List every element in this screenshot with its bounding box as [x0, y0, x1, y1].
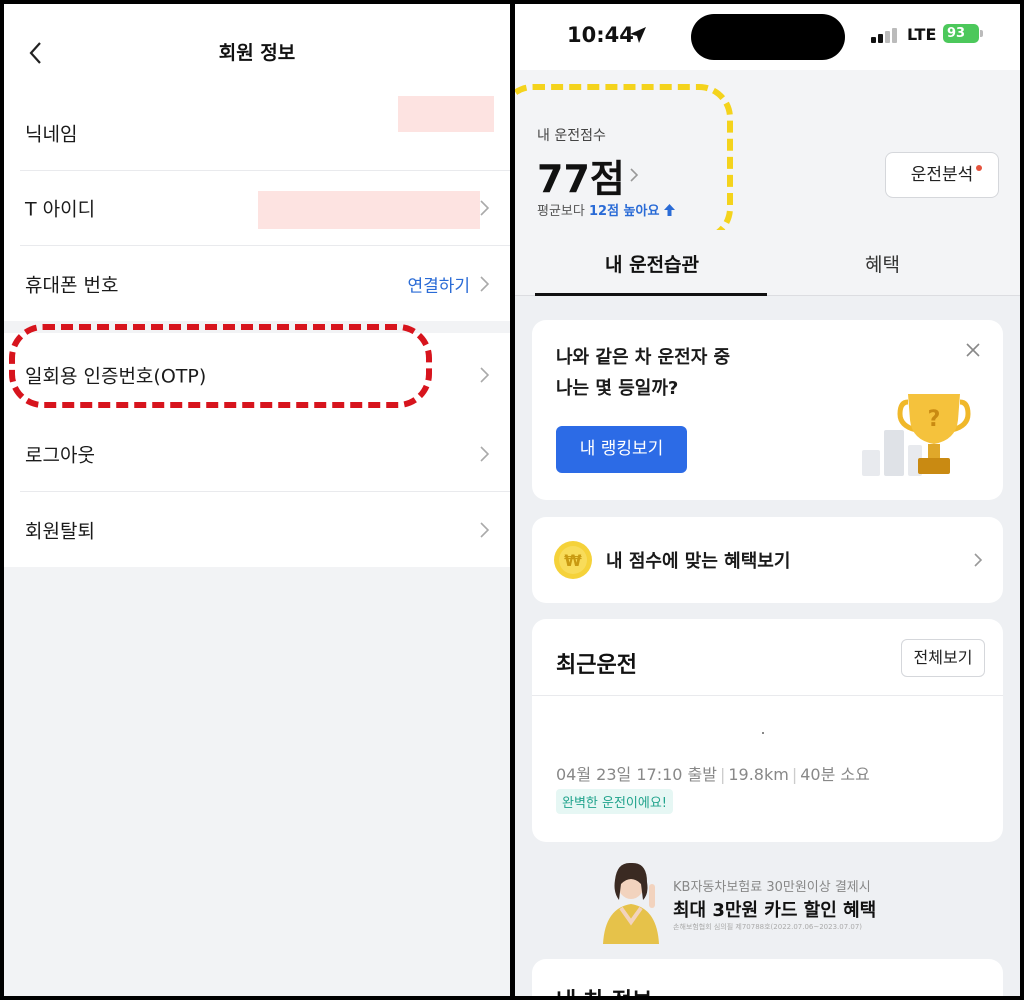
profile-group: 닉네임 T 아이디 휴대폰 번호 연결하기 — [4, 96, 510, 321]
notification-dot — [976, 165, 982, 171]
ad-banner[interactable]: KB자동차보험료 30만원이상 결제시 최대 3만원 카드 할인 혜택 손해보험… — [515, 854, 1020, 954]
divider — [532, 695, 1003, 696]
dynamic-island — [691, 14, 845, 60]
benefit-card-title: 내 점수에 맞는 혜택보기 — [606, 551, 791, 572]
otp-label: 일회용 인증번호(OTP) — [25, 365, 207, 388]
t-id-row[interactable]: T 아이디 — [20, 171, 510, 246]
my-ranking-button[interactable]: 내 랭킹보기 — [556, 426, 687, 473]
signal-icon — [871, 28, 897, 43]
chevron-right-icon — [480, 275, 490, 292]
ranking-line-1: 나와 같은 차 운전자 중 — [556, 347, 731, 368]
battery-icon: 93 — [943, 24, 983, 43]
page-title: 회원 정보 — [218, 42, 296, 64]
score-area: 내 운전점수 77점 평균보다 12점 높아요 — [515, 70, 1020, 230]
svg-text:?: ? — [928, 407, 941, 432]
drive-date: 04월 23일 17:10 출발 — [556, 765, 717, 784]
trophy-icon: ? — [862, 394, 971, 476]
score-label: 내 운전점수 — [537, 128, 606, 144]
chevron-right-icon — [480, 446, 490, 462]
chevron-right-icon — [480, 367, 490, 383]
recent-driving-title: 최근운전 — [556, 653, 637, 678]
chevron-right-icon — [974, 553, 983, 567]
recent-driving-card: 최근운전 전체보기 04월 23일 17:10 출발 | 19.8km | 40분 소요… — [532, 619, 1003, 842]
ad-disclaimer: 손해보험협회 심의필 제70788호(2022.07.06~2023.07.07… — [673, 923, 863, 931]
view-all-button[interactable]: 전체보기 — [901, 639, 985, 677]
comparison-prefix: 평균보다 — [537, 204, 585, 219]
drive-info[interactable]: 04월 23일 17:10 출발 | 19.8km | 40분 소요 — [556, 761, 870, 785]
network-type: LTE — [907, 25, 937, 44]
otp-row[interactable]: 일회용 인증번호(OTP) — [20, 333, 510, 417]
otp-group: 일회용 인증번호(OTP) — [4, 333, 510, 417]
active-tab-indicator — [535, 293, 767, 296]
member-info-screen: 회원 정보 닉네임 T 아이디 휴대폰 번호 연결하기 일회용 인증번호(OTP… — [4, 4, 510, 996]
ad-title: 최대 3만원 카드 할인 혜택 — [673, 900, 877, 921]
chevron-right-icon[interactable] — [629, 167, 639, 183]
tab-bar: 내 운전습관 혜택 — [515, 230, 1020, 296]
drive-distance: 19.8km — [728, 765, 789, 784]
logout-row[interactable]: 로그아웃 — [20, 417, 510, 492]
header: 회원 정보 — [4, 4, 510, 96]
t-id-label: T 아이디 — [25, 198, 96, 221]
account-group: 로그아웃 회원탈퇴 — [4, 417, 510, 567]
won-coin-icon: ₩ — [554, 541, 592, 579]
arrow-up-icon — [663, 204, 675, 216]
redacted-nickname — [398, 96, 494, 132]
location-arrow-icon — [630, 27, 646, 43]
svg-text:₩: ₩ — [564, 551, 582, 570]
score-comparison: 평균보다 12점 높아요 — [537, 200, 675, 219]
ranking-line-2: 나는 몇 등일까? — [556, 378, 679, 399]
person-icon — [603, 862, 659, 944]
withdraw-label: 회원탈퇴 — [25, 520, 95, 542]
driving-analysis-button[interactable]: 운전분석 — [885, 152, 999, 198]
score-value[interactable]: 77점 — [537, 148, 625, 203]
withdraw-row[interactable]: 회원탈퇴 — [20, 492, 510, 567]
status-badge: 완벽한 운전이에요! — [556, 789, 674, 814]
comparison-highlight: 12점 높아요 — [588, 204, 660, 219]
drive-duration: 40분 소요 — [800, 765, 870, 784]
phone-label: 휴대폰 번호 — [25, 274, 119, 296]
benefit-card[interactable]: ₩ 내 점수에 맞는 혜택보기 — [532, 517, 1003, 603]
status-bar: 10:44 LTE 93 — [515, 4, 1020, 70]
car-info-card: 내 차 정보 — [532, 959, 1003, 996]
status-time: 10:44 — [567, 23, 634, 47]
phone-row[interactable]: 휴대폰 번호 연결하기 — [20, 246, 510, 321]
map-placeholder — [762, 732, 764, 734]
ad-subtitle: KB자동차보험료 30만원이상 결제시 — [673, 880, 871, 895]
battery-level: 93 — [947, 26, 966, 41]
car-info-title: 내 차 정보 — [556, 983, 652, 996]
ranking-card-title: 나와 같은 차 운전자 중 나는 몇 등일까? — [556, 342, 730, 404]
chevron-right-icon — [480, 521, 490, 538]
connect-link[interactable]: 연결하기 — [407, 271, 470, 296]
close-icon[interactable] — [965, 342, 981, 358]
chevron-right-icon — [480, 200, 490, 216]
nickname-row[interactable]: 닉네임 — [20, 96, 510, 171]
logout-label: 로그아웃 — [25, 444, 95, 467]
nickname-label: 닉네임 — [25, 123, 78, 146]
tab-benefits[interactable]: 혜택 — [865, 250, 900, 277]
driving-score-screen: 10:44 LTE 93 내 운전점수 77점 평균보다 12점 높아요 운전분… — [515, 4, 1020, 996]
ranking-card: 나와 같은 차 운전자 중 나는 몇 등일까? 내 랭킹보기 ? — [532, 320, 1003, 500]
analysis-button-label: 운전분석 — [910, 165, 974, 185]
redacted-t-id — [258, 191, 480, 229]
tab-driving-habits[interactable]: 내 운전습관 — [605, 250, 699, 277]
